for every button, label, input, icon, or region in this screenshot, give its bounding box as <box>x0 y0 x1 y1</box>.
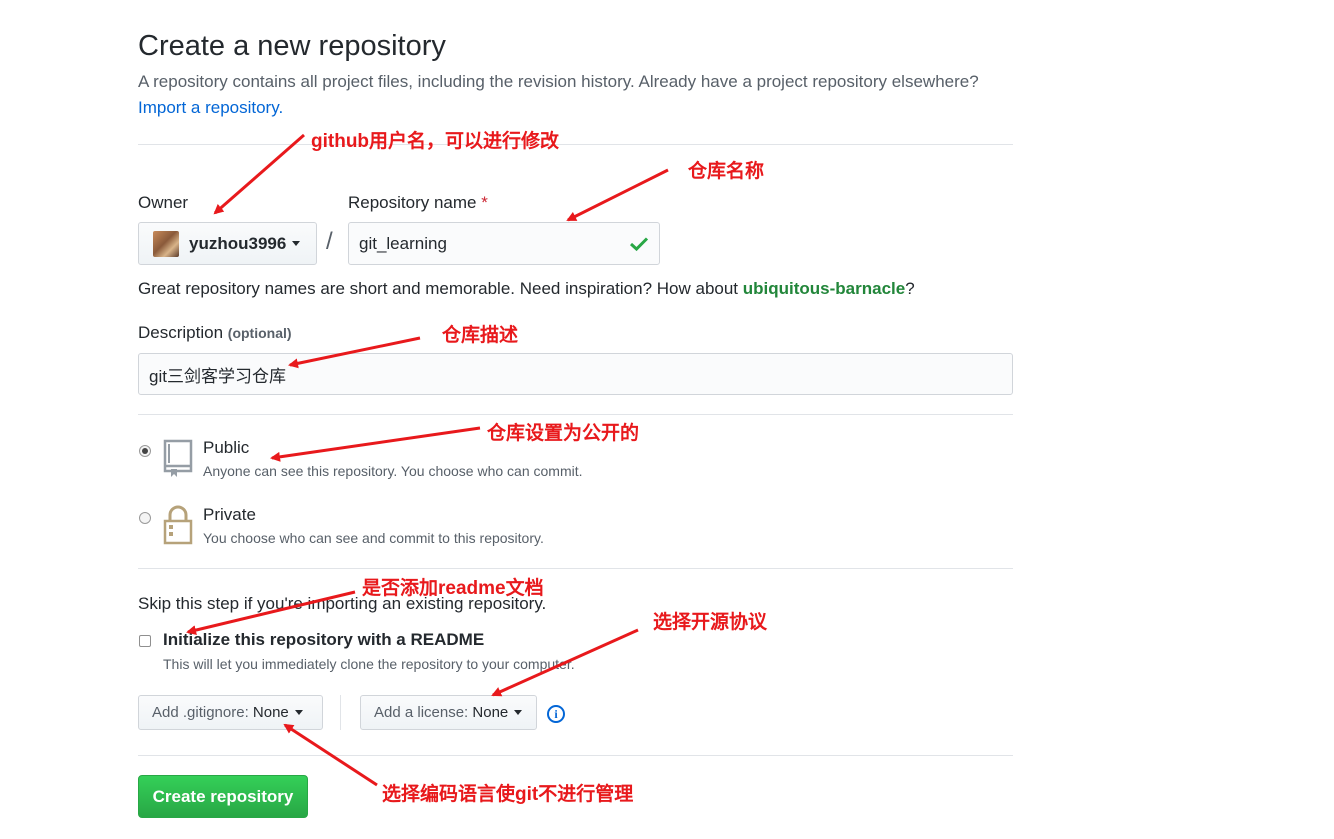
repo-name-label: Repository name * <box>348 193 488 213</box>
vertical-divider <box>340 695 341 730</box>
check-icon <box>629 236 649 251</box>
import-repository-link[interactable]: Import a repository. <box>138 98 283 118</box>
description-input[interactable]: git三剑客学习仓库 <box>138 353 1013 395</box>
license-value: None <box>472 704 509 721</box>
annotation-license: 选择开源协议 <box>653 612 768 633</box>
repo-name-suggestion: Great repository names are short and mem… <box>138 279 915 299</box>
private-description: You choose who can see and commit to thi… <box>203 530 544 546</box>
chevron-down-icon <box>294 710 303 715</box>
description-label-text: Description <box>138 323 224 342</box>
gitignore-select[interactable]: Add .gitignore: None <box>138 695 323 730</box>
annotation-gitignore: 选择编码语言使git不进行管理 <box>382 784 634 805</box>
page-subtitle: A repository contains all project files,… <box>138 72 979 91</box>
suggestion-text: Great repository names are short and mem… <box>138 279 739 298</box>
annotation-description: 仓库描述 <box>442 325 519 346</box>
divider <box>138 414 1013 415</box>
chevron-down-icon <box>514 710 523 715</box>
license-select[interactable]: Add a license: None <box>360 695 537 730</box>
owner-arrow <box>213 133 305 215</box>
annotation-repo-name: 仓库名称 <box>688 161 765 182</box>
annotation-owner: github用户名，可以进行修改 <box>311 131 560 152</box>
create-repository-button[interactable]: Create repository <box>138 775 308 818</box>
gitignore-value: None <box>252 704 289 721</box>
lock-icon <box>163 505 193 545</box>
repo-name-value: git_learning <box>359 233 447 253</box>
repo-name-input[interactable]: git_learning <box>348 222 660 265</box>
readme-description: This will let you immediately clone the … <box>163 656 575 672</box>
suggestion-end: ? <box>905 279 915 298</box>
description-label: Description (optional) <box>138 323 292 343</box>
required-mark: * <box>481 193 488 212</box>
private-radio[interactable] <box>139 512 151 524</box>
chevron-down-icon <box>292 241 301 246</box>
owner-label: Owner <box>138 193 189 212</box>
public-arrow <box>270 426 481 462</box>
license-label: Add a license: <box>374 704 469 721</box>
suggested-name[interactable]: ubiquitous-barnacle <box>743 279 905 298</box>
page-title: Create a new repository <box>138 30 446 62</box>
annotation-public: 仓库设置为公开的 <box>487 423 640 444</box>
info-icon[interactable]: i <box>547 705 565 723</box>
divider <box>138 568 1013 569</box>
readme-label[interactable]: Initialize this repository with a README <box>163 630 484 650</box>
annotation-readme: 是否添加readme文档 <box>362 578 544 599</box>
public-label: Public <box>203 438 250 457</box>
description-value: git三剑客学习仓库 <box>149 366 286 386</box>
repo-name-arrow <box>566 168 669 222</box>
owner-avatar <box>153 230 179 257</box>
public-radio[interactable] <box>139 445 151 457</box>
divider <box>138 755 1013 756</box>
owner-value: yuzhou3996 <box>189 233 287 253</box>
repo-book-icon <box>163 439 193 477</box>
optional-hint: (optional) <box>227 325 292 341</box>
public-description: Anyone can see this repository. You choo… <box>203 463 583 479</box>
readme-checkbox[interactable] <box>139 635 151 647</box>
divider <box>138 144 1013 145</box>
repo-name-label-text: Repository name <box>348 193 477 212</box>
private-label: Private <box>203 505 256 524</box>
gitignore-label: Add .gitignore: <box>152 704 249 721</box>
owner-repo-separator: / <box>326 228 333 255</box>
owner-select[interactable]: yuzhou3996 <box>138 222 317 265</box>
